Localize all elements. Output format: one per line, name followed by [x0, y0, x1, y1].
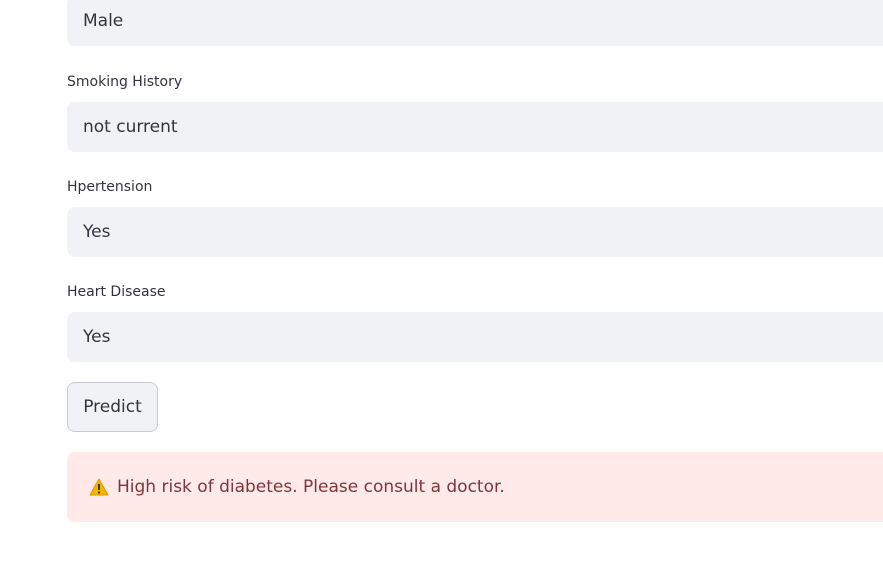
smoking-history-label: Smoking History: [67, 74, 183, 90]
predict-button[interactable]: Predict: [67, 382, 158, 432]
hypertension-value: Yes: [83, 222, 111, 242]
heart-disease-value: Yes: [83, 327, 111, 347]
prediction-form: Male Smoking History not current Hperten…: [0, 0, 883, 586]
hypertension-select[interactable]: Yes: [67, 207, 883, 257]
alert-message: High risk of diabetes. Please consult a …: [117, 477, 505, 497]
warning-icon: [89, 478, 109, 496]
heart-disease-label: Heart Disease: [67, 284, 166, 300]
smoking-history-value: not current: [83, 117, 178, 137]
smoking-history-select[interactable]: not current: [67, 102, 883, 152]
risk-alert: High risk of diabetes. Please consult a …: [67, 452, 883, 522]
hypertension-label: Hpertension: [67, 179, 153, 195]
gender-select-value: Male: [83, 11, 124, 31]
heart-disease-select[interactable]: Yes: [67, 312, 883, 362]
gender-select[interactable]: Male: [67, 0, 883, 46]
